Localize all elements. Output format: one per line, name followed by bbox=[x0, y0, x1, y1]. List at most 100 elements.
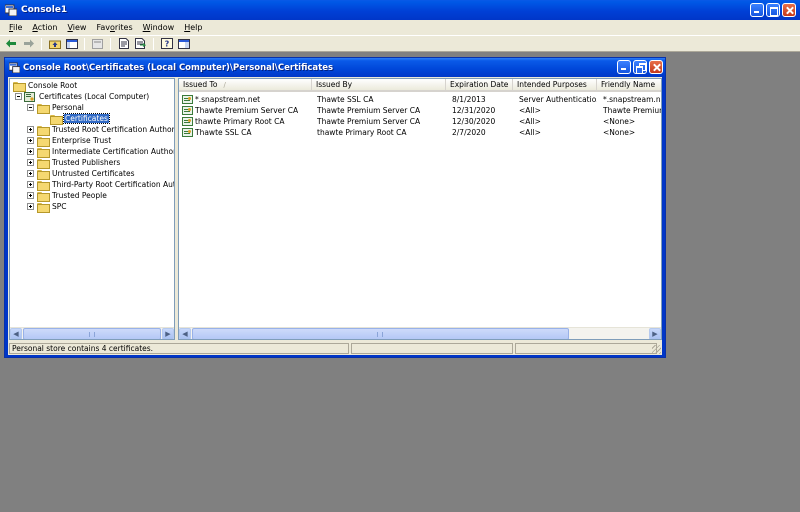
scroll-right-icon[interactable]: ▶ bbox=[649, 328, 661, 339]
menu-action[interactable]: Action bbox=[27, 23, 62, 32]
child-minimize-button[interactable] bbox=[617, 60, 631, 74]
column-issued-to[interactable]: Issued To / bbox=[179, 79, 312, 92]
cell-purposes: Server Authenticatio... bbox=[519, 95, 597, 104]
cell-issued-by: thawte Primary Root CA bbox=[317, 128, 407, 137]
expand-toggle-icon[interactable] bbox=[27, 126, 34, 133]
cell-expiration: 8/1/2013 bbox=[452, 95, 486, 104]
expand-toggle-icon[interactable] bbox=[27, 203, 34, 210]
action-pane-icon[interactable] bbox=[176, 37, 191, 51]
expand-toggle-icon[interactable] bbox=[27, 159, 34, 166]
toolbar-separator bbox=[153, 37, 154, 50]
svg-text:?: ? bbox=[164, 40, 169, 49]
resize-grip-icon[interactable] bbox=[652, 345, 661, 354]
cell-issued-by: Thawte Premium Server CA bbox=[317, 117, 421, 126]
show-hide-tree-icon[interactable] bbox=[64, 37, 79, 51]
app-maximize-button[interactable] bbox=[766, 3, 780, 17]
menu-bar: File Action View Favorites Window Help bbox=[0, 20, 800, 35]
menu-help[interactable]: Help bbox=[179, 23, 207, 32]
menu-file[interactable]: File bbox=[4, 23, 27, 32]
open-folder-icon bbox=[50, 114, 63, 125]
tree-node-store[interactable]: Trusted Root Certification Authorities bbox=[37, 124, 174, 136]
cell-expiration: 12/31/2020 bbox=[452, 106, 496, 115]
expand-toggle-icon[interactable] bbox=[27, 170, 34, 177]
delete-icon[interactable] bbox=[90, 37, 105, 51]
certificate-icon bbox=[182, 95, 193, 104]
column-friendly-name[interactable]: Friendly Name bbox=[597, 79, 661, 92]
tree-node-store[interactable]: SPC bbox=[37, 201, 68, 213]
folder-icon bbox=[37, 103, 50, 114]
menu-view[interactable]: View bbox=[62, 23, 91, 32]
child-close-button[interactable] bbox=[649, 60, 663, 74]
child-client-area: Console Root Certificates (Local Compute… bbox=[8, 77, 662, 355]
folder-icon bbox=[37, 202, 50, 213]
app-title: Console1 bbox=[21, 5, 68, 15]
status-text: Personal store contains 4 certificates. bbox=[9, 343, 349, 354]
collapse-toggle-icon[interactable] bbox=[15, 93, 22, 100]
tree-horizontal-scrollbar[interactable]: ◀ ▶ bbox=[10, 327, 174, 339]
tree-node-personal-certificates[interactable]: Certificates bbox=[50, 113, 110, 125]
console-child-window: Console Root\Certificates (Local Compute… bbox=[4, 57, 666, 358]
tree-node-store[interactable]: Trusted Publishers bbox=[37, 157, 121, 169]
cell-friendly-name: <None> bbox=[603, 128, 636, 137]
tree-node-console-root[interactable]: Console Root bbox=[13, 80, 78, 92]
expand-toggle-icon[interactable] bbox=[27, 137, 34, 144]
tree-node-personal[interactable]: Personal bbox=[37, 102, 85, 114]
expand-toggle-icon[interactable] bbox=[27, 181, 34, 188]
list-scroll-thumb[interactable] bbox=[192, 328, 569, 339]
folder-icon bbox=[37, 125, 50, 136]
folder-icon bbox=[37, 169, 50, 180]
cell-purposes: <All> bbox=[519, 117, 541, 126]
menu-favorites[interactable]: Favorites bbox=[91, 23, 137, 32]
child-restore-button[interactable] bbox=[633, 60, 647, 74]
tree-node-certificates-local[interactable]: Certificates (Local Computer) bbox=[24, 91, 150, 102]
app-minimize-button[interactable] bbox=[750, 3, 764, 17]
mmc-app-icon bbox=[5, 4, 17, 16]
up-folder-icon[interactable] bbox=[47, 37, 62, 51]
cell-purposes: <All> bbox=[519, 106, 541, 115]
folder-icon bbox=[37, 191, 50, 202]
child-titlebar[interactable]: Console Root\Certificates (Local Compute… bbox=[5, 58, 665, 77]
folder-icon bbox=[37, 180, 50, 191]
list-horizontal-scrollbar[interactable]: ◀ ▶ bbox=[179, 327, 661, 339]
cell-friendly-name: *.snapstream.net bbox=[603, 95, 662, 104]
toolbar-separator bbox=[110, 37, 111, 50]
forward-arrow-icon[interactable] bbox=[21, 37, 36, 51]
tree-node-store[interactable]: Third-Party Root Certification Authoriti… bbox=[37, 179, 174, 191]
cell-friendly-name: <None> bbox=[603, 117, 636, 126]
scroll-left-icon[interactable]: ◀ bbox=[179, 328, 191, 339]
help-icon[interactable]: ? bbox=[159, 37, 174, 51]
toolbar-separator bbox=[84, 37, 85, 50]
tree-scroll-thumb[interactable] bbox=[23, 328, 161, 339]
cell-issued-by: Thawte Premium Server CA bbox=[317, 106, 421, 115]
app-close-button[interactable] bbox=[782, 3, 796, 17]
tree-node-store[interactable]: Trusted People bbox=[37, 190, 108, 202]
folder-icon bbox=[37, 158, 50, 169]
child-title: Console Root\Certificates (Local Compute… bbox=[23, 62, 334, 73]
tree-node-store[interactable]: Intermediate Certification Authorities bbox=[37, 146, 174, 158]
cell-issued-by: Thawte SSL CA bbox=[317, 95, 374, 104]
back-arrow-icon[interactable] bbox=[4, 37, 19, 51]
tree-node-store[interactable]: Untrusted Certificates bbox=[37, 168, 136, 180]
certificate-snapin-icon bbox=[24, 91, 35, 102]
cell-issued-to: Thawte SSL CA bbox=[179, 127, 312, 138]
column-expiration-date[interactable]: Expiration Date bbox=[446, 79, 513, 92]
scroll-left-icon[interactable]: ◀ bbox=[10, 328, 22, 339]
column-intended-purposes[interactable]: Intended Purposes bbox=[513, 79, 597, 92]
cell-purposes: <All> bbox=[519, 128, 541, 137]
column-issued-by[interactable]: Issued By bbox=[312, 79, 446, 92]
console-tree: Console Root Certificates (Local Compute… bbox=[9, 78, 175, 340]
certificates-list: Issued To / Issued By Expiration Date In… bbox=[178, 78, 662, 340]
expand-toggle-icon[interactable] bbox=[27, 192, 34, 199]
properties-icon[interactable] bbox=[116, 37, 131, 51]
tree-node-store[interactable]: Enterprise Trust bbox=[37, 135, 112, 147]
collapse-toggle-icon[interactable] bbox=[27, 104, 34, 111]
cell-issued-to: *.snapstream.net bbox=[179, 94, 312, 105]
expand-toggle-icon[interactable] bbox=[27, 148, 34, 155]
cell-issued-to: thawte Primary Root CA bbox=[179, 116, 312, 127]
folder-icon bbox=[37, 136, 50, 147]
scroll-right-icon[interactable]: ▶ bbox=[162, 328, 174, 339]
folder-icon bbox=[13, 81, 26, 92]
menu-window[interactable]: Window bbox=[138, 23, 180, 32]
app-titlebar[interactable]: Console1 bbox=[0, 0, 800, 20]
export-list-icon[interactable] bbox=[133, 37, 148, 51]
